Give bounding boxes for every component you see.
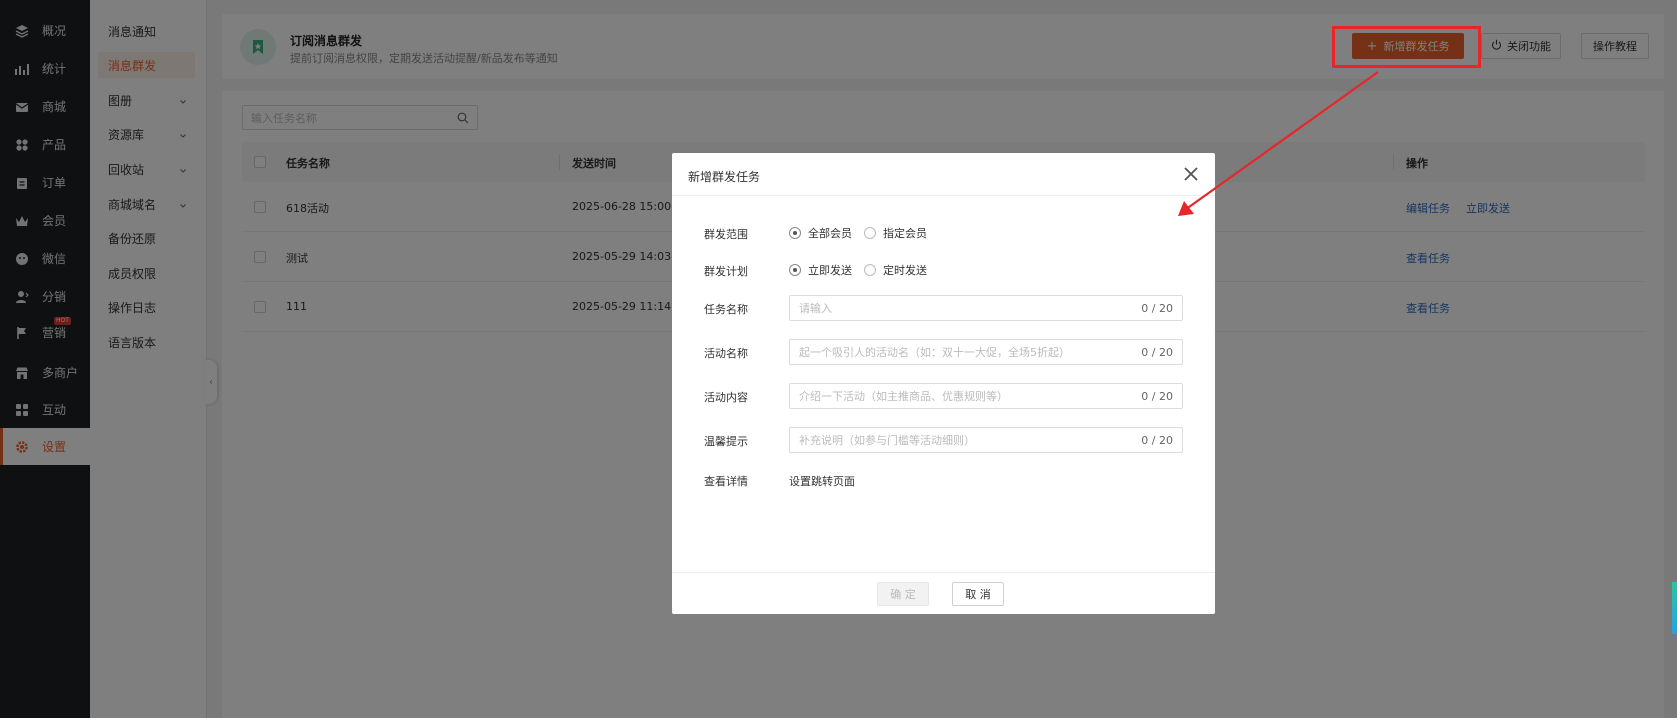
cancel-button[interactable]: 取 消 — [952, 582, 1004, 606]
new-broadcast-task-dialog: 新增群发任务 群发范围 全部会员 指定会员 群发计划 立即发送 定时发送 任务名… — [672, 153, 1215, 614]
radio-label: 指定会员 — [883, 227, 927, 240]
char-counter: 0 / 20 — [1141, 434, 1173, 447]
char-counter: 0 / 20 — [1141, 346, 1173, 359]
radio-unselected-icon — [864, 264, 876, 276]
dialog-footer: 确 定 取 消 — [672, 572, 1215, 614]
radio-label: 全部会员 — [808, 227, 852, 240]
radio-selected-icon — [789, 227, 801, 239]
field-placeholder: 起一个吸引人的活动名（如：双十一大促，全场5折起） — [799, 346, 1070, 359]
activity-content-label: 活动内容 — [704, 391, 748, 404]
plan-scheduled-radio[interactable]: 定时发送 — [864, 262, 927, 278]
scope-label: 群发范围 — [704, 228, 748, 241]
field-placeholder: 请输入 — [799, 302, 832, 315]
task-name-field[interactable]: 请输入 0 / 20 — [789, 295, 1183, 321]
annotation-highlight-box — [1332, 26, 1481, 68]
scope-all-members-radio[interactable]: 全部会员 — [789, 225, 852, 241]
tip-label: 温馨提示 — [704, 435, 748, 448]
dialog-header: 新增群发任务 — [672, 153, 1215, 196]
dialog-title: 新增群发任务 — [688, 170, 761, 184]
activity-content-field[interactable]: 介绍一下活动（如主推商品、优惠规则等） 0 / 20 — [789, 383, 1183, 409]
close-icon[interactable] — [1181, 164, 1201, 184]
char-counter: 0 / 20 — [1141, 390, 1173, 403]
field-placeholder: 补充说明（如参与门槛等活动细则） — [799, 434, 975, 447]
scope-specified-members-radio[interactable]: 指定会员 — [864, 225, 927, 241]
activity-name-label: 活动名称 — [704, 347, 748, 360]
radio-unselected-icon — [864, 227, 876, 239]
field-placeholder: 介绍一下活动（如主推商品、优惠规则等） — [799, 390, 1008, 403]
confirm-button[interactable]: 确 定 — [877, 582, 929, 606]
radio-label: 定时发送 — [883, 264, 927, 277]
task-name-label: 任务名称 — [704, 303, 748, 316]
radio-label: 立即发送 — [808, 264, 852, 277]
set-redirect-page-link[interactable]: 设置跳转页面 — [789, 473, 855, 489]
detail-label: 查看详情 — [704, 475, 748, 488]
scrollbar[interactable] — [1672, 582, 1677, 634]
tip-field[interactable]: 补充说明（如参与门槛等活动细则） 0 / 20 — [789, 427, 1183, 453]
plan-send-now-radio[interactable]: 立即发送 — [789, 262, 852, 278]
activity-name-field[interactable]: 起一个吸引人的活动名（如：双十一大促，全场5折起） 0 / 20 — [789, 339, 1183, 365]
char-counter: 0 / 20 — [1141, 302, 1173, 315]
plan-label: 群发计划 — [704, 265, 748, 278]
radio-selected-icon — [789, 264, 801, 276]
